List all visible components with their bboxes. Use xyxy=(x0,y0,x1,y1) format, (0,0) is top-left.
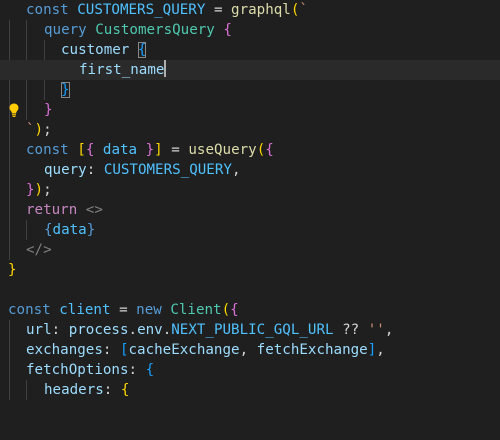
object-ref: process xyxy=(68,322,129,338)
brace: { xyxy=(145,362,155,378)
query-name: CustomersQuery xyxy=(95,22,215,38)
paren: ( xyxy=(256,142,266,158)
code-line[interactable]: return <> xyxy=(0,200,500,220)
colon: : xyxy=(51,322,61,338)
variable-name: data xyxy=(102,142,138,158)
fragment-open: <> xyxy=(85,202,103,218)
dot: . xyxy=(162,322,172,338)
brace: { xyxy=(265,142,274,158)
code-line[interactable]: </> xyxy=(0,240,500,260)
comma: , xyxy=(231,162,241,178)
dot: . xyxy=(128,322,138,338)
function-name: useQuery xyxy=(188,142,257,158)
paren: ) xyxy=(34,122,44,138)
brace: { xyxy=(120,382,130,398)
class-name: Client xyxy=(170,302,222,318)
code-line[interactable]: exchanges: [cacheExchange, fetchExchange… xyxy=(0,340,500,360)
code-line[interactable]: headers: { xyxy=(0,380,500,400)
constant-name: CUSTOMERS_QUERY xyxy=(77,2,206,18)
env-constant: NEXT_PUBLIC_GQL_URL xyxy=(171,322,334,338)
operator: = xyxy=(213,2,223,18)
semicolon: ; xyxy=(43,182,52,198)
matched-brace: { xyxy=(137,42,147,58)
comma: , xyxy=(384,322,394,338)
code-line[interactable]: }); xyxy=(0,180,500,200)
comma: , xyxy=(239,342,249,358)
fragment-close: </> xyxy=(26,242,52,258)
code-line[interactable]: customer { xyxy=(0,40,500,60)
bracket: ] xyxy=(367,342,377,358)
current-code-line[interactable]: first_name xyxy=(0,60,500,117)
keyword: const xyxy=(26,2,69,18)
paren: ) xyxy=(34,182,44,198)
brace: } xyxy=(8,262,17,278)
property-key: url xyxy=(26,322,52,338)
code-line[interactable]: query CustomersQuery { xyxy=(0,20,500,40)
constant-ref: CUSTOMERS_QUERY xyxy=(103,162,232,178)
code-line[interactable]: {data} xyxy=(0,220,500,240)
bracket: ] xyxy=(154,142,163,158)
property-key: query xyxy=(44,162,87,178)
semicolon: ; xyxy=(43,122,52,138)
field-name: customer xyxy=(61,42,130,58)
paren: ( xyxy=(221,302,231,318)
brace: { xyxy=(230,302,239,318)
code-line-blank[interactable] xyxy=(0,280,500,300)
code-line[interactable]: const [{ data }] = useQuery({ xyxy=(0,140,500,160)
brace: } xyxy=(145,142,155,158)
variable-name: data xyxy=(52,222,87,238)
brace: } xyxy=(26,182,35,198)
property-key: headers xyxy=(44,382,104,398)
operator: = xyxy=(119,302,128,318)
code-line[interactable]: const CUSTOMERS_QUERY = graphql(` xyxy=(0,0,500,20)
jsx-brace: { xyxy=(44,222,53,238)
code-editor[interactable]: const CUSTOMERS_QUERY = graphql(` query … xyxy=(0,0,500,400)
text-cursor xyxy=(164,60,167,77)
template-tick: ` xyxy=(299,2,308,18)
template-tick: ` xyxy=(26,122,35,138)
function-name: graphql xyxy=(231,2,291,18)
brace: { xyxy=(85,142,95,158)
code-line[interactable]: `); xyxy=(0,120,500,140)
bracket: [ xyxy=(77,142,86,158)
code-line[interactable]: } xyxy=(0,100,500,120)
jsx-brace: } xyxy=(86,222,96,238)
comma: , xyxy=(376,342,385,358)
operator: ?? xyxy=(342,322,360,338)
keyword: query xyxy=(44,22,87,38)
field-name: first_name xyxy=(79,62,165,78)
keyword: new xyxy=(136,302,162,318)
code-line[interactable]: fetchOptions: { xyxy=(0,360,500,380)
colon: : xyxy=(103,382,113,398)
keyword: const xyxy=(8,302,51,318)
code-line[interactable]: const client = new Client({ xyxy=(0,300,500,320)
keyword: const xyxy=(26,142,69,158)
code-line[interactable]: } xyxy=(0,260,500,280)
code-line[interactable]: url: process.env.NEXT_PUBLIC_GQL_URL ?? … xyxy=(0,320,500,340)
variable-name: client xyxy=(59,302,111,318)
colon: : xyxy=(102,342,112,358)
brace: { xyxy=(223,22,232,38)
code-line[interactable]: query: CUSTOMERS_QUERY, xyxy=(0,160,500,180)
property-key: exchanges xyxy=(26,342,103,358)
keyword: return xyxy=(26,202,78,218)
operator: = xyxy=(171,142,180,158)
identifier: cacheExchange xyxy=(128,342,240,358)
identifier: fetchExchange xyxy=(256,342,368,358)
string-literal: '' xyxy=(367,322,385,338)
matched-brace: } xyxy=(61,82,70,98)
colon: : xyxy=(86,162,96,178)
colon: : xyxy=(128,362,138,378)
bracket: [ xyxy=(119,342,129,358)
property-ref: env xyxy=(137,322,163,338)
code-line[interactable]: } xyxy=(0,80,500,100)
brace: } xyxy=(44,102,53,118)
property-key: fetchOptions xyxy=(26,362,129,378)
